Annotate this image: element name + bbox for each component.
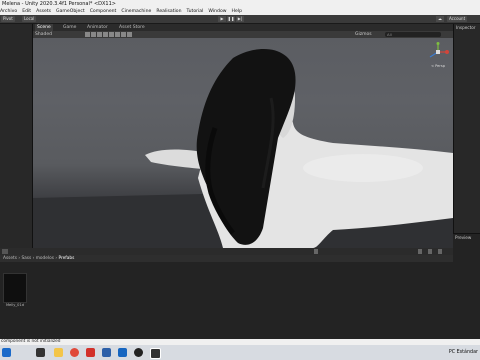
menu-component[interactable]: Component bbox=[90, 8, 117, 15]
star-icon[interactable] bbox=[438, 249, 442, 254]
tab-asset-store[interactable]: Asset Store bbox=[117, 24, 147, 31]
breadcrumb-item[interactable]: Sass bbox=[21, 256, 31, 261]
main-toolbar: Pivot Local ▶ ❚❚ ▶| ☁ Account bbox=[0, 15, 480, 24]
breadcrumb-item[interactable]: Assets bbox=[3, 256, 17, 261]
inspector-panel[interactable]: Inspector bbox=[453, 24, 480, 248]
create-icon[interactable] bbox=[314, 249, 318, 254]
scene-search-input[interactable]: All bbox=[385, 32, 441, 37]
asset-thumbnail[interactable] bbox=[3, 273, 27, 303]
window-title: Melena - Unity 2020.3.4f1 Personal* <DX1… bbox=[0, 0, 480, 8]
system-tray: PC Estándar bbox=[449, 345, 478, 360]
gizmos-dropdown[interactable]: Gizmos bbox=[355, 31, 372, 38]
menu-file[interactable]: Archivo bbox=[0, 8, 17, 15]
tray-region[interactable]: PC bbox=[449, 350, 455, 355]
account-button[interactable]: Account bbox=[447, 16, 468, 22]
file-explorer-icon[interactable] bbox=[54, 348, 63, 357]
menu-tutorial[interactable]: Tutorial bbox=[187, 8, 204, 15]
preview-title: Preview bbox=[455, 235, 472, 240]
perspective-label: < Persp bbox=[430, 64, 446, 68]
breadcrumb-item[interactable]: modelos bbox=[36, 256, 54, 261]
word-icon[interactable] bbox=[102, 348, 111, 357]
tab-game[interactable]: Game bbox=[61, 24, 78, 31]
start-icon[interactable] bbox=[2, 348, 11, 357]
breadcrumb-item[interactable]: Prefabs bbox=[58, 256, 74, 261]
menu-realisation[interactable]: Realisation bbox=[156, 8, 181, 15]
tab-animator[interactable]: Animator bbox=[85, 24, 110, 31]
tab-scene[interactable]: Scene bbox=[35, 24, 53, 31]
local-label: Local bbox=[24, 16, 35, 21]
account-label: Account bbox=[449, 16, 466, 21]
pivot-toggle[interactable]: Pivot bbox=[1, 16, 15, 22]
unity-icon[interactable] bbox=[150, 348, 161, 359]
menu-assets[interactable]: Assets bbox=[36, 8, 51, 15]
scene-viewport[interactable]: < Persp bbox=[33, 38, 453, 248]
edge-icon[interactable] bbox=[118, 348, 127, 357]
menu-cinemachine[interactable]: Cinemachine bbox=[121, 8, 151, 15]
breadcrumb: Assets › Sass › modelos › Prefabs bbox=[0, 255, 453, 262]
orientation-gizmo[interactable]: < Persp bbox=[427, 42, 449, 68]
task-view-icon[interactable] bbox=[36, 348, 45, 357]
inspector-title: Inspector bbox=[456, 25, 476, 30]
tray-time[interactable]: Estándar bbox=[457, 350, 478, 355]
menu-gameobject[interactable]: GameObject bbox=[56, 8, 85, 15]
character-render bbox=[33, 49, 453, 248]
project-tabbar bbox=[0, 248, 453, 255]
play-button[interactable]: ▶ bbox=[218, 16, 226, 22]
axis-gizmo-icon bbox=[429, 42, 449, 58]
menu-edit[interactable]: Edit bbox=[22, 8, 31, 15]
cloud-icon[interactable]: ☁ bbox=[436, 16, 444, 22]
label-icon[interactable] bbox=[428, 249, 432, 254]
hierarchy-panel[interactable] bbox=[0, 24, 33, 248]
pause-button[interactable]: ❚❚ bbox=[227, 16, 235, 22]
menu-window[interactable]: Window bbox=[208, 8, 226, 15]
menu-help[interactable]: Help bbox=[232, 8, 242, 15]
filter-icon[interactable] bbox=[418, 249, 422, 254]
asset-name: Melly_01d bbox=[5, 303, 25, 307]
view-tabs: Scene Game Animator Asset Store bbox=[33, 24, 453, 31]
opera-icon[interactable] bbox=[86, 348, 95, 357]
shading-mode-dropdown[interactable]: Shaded bbox=[35, 31, 52, 38]
scene-toolbar: Shaded Gizmos All bbox=[33, 31, 453, 38]
unity-hub-icon[interactable] bbox=[134, 348, 143, 357]
menu-bar: Archivo Edit Assets GameObject Component… bbox=[0, 8, 480, 15]
pivot-label: Pivot bbox=[3, 16, 13, 21]
os-taskbar bbox=[0, 345, 480, 360]
preview-panel: Preview bbox=[453, 233, 480, 340]
chrome-icon[interactable] bbox=[70, 348, 79, 357]
local-toggle[interactable]: Local bbox=[22, 16, 37, 22]
project-tab-icon[interactable] bbox=[2, 249, 8, 254]
step-button[interactable]: ▶| bbox=[236, 16, 244, 22]
